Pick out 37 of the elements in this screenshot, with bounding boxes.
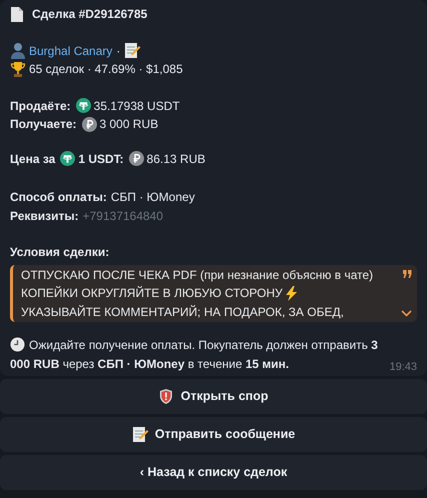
keyboard-button[interactable]: Отправить сообщение (0, 417, 427, 452)
terms-line: УКАЗЫВАЙТЕ КОММЕНТАРИЙ; НА ПОДАРОК, ЗА ОБЕД, (21, 304, 344, 320)
amount-value: 35.17938 USDT (94, 98, 180, 114)
memo-icon (124, 42, 142, 60)
expand-chevron-icon[interactable] (401, 310, 412, 317)
amount-label: Продаёте: (10, 98, 71, 114)
keyboard-button[interactable]: ‹ Назад к списку сделок (0, 455, 427, 490)
requisites-label: Реквизиты: (10, 208, 79, 224)
deal-title: Сделка #D29126785 (32, 6, 148, 23)
seller-name-link[interactable]: Burghal Canary (29, 42, 112, 60)
terms-line: КОПЕЙКИ ОКРУГЛЯЙТЕ В ЛЮБУЮ СТОРОНУ (21, 285, 283, 302)
quote-icon (403, 270, 412, 278)
clock-icon (10, 337, 25, 352)
terms-line: ОТПУСКАЮ ПОСЛЕ ЧЕКА PDF (при незнание объясню в чате) (21, 266, 374, 284)
tether-coin-icon (76, 98, 91, 114)
memo-icon (132, 426, 149, 443)
trophy-icon (10, 60, 26, 78)
lightning-icon (286, 286, 297, 301)
amount-label: Получаете: (10, 116, 76, 133)
separator-dot: · (116, 42, 120, 60)
status-message: Ожидайте получение оплаты. Покупатель должен отправить 3 000 RUB через СБП · ЮMoney в течение 15 мин. (10, 336, 379, 372)
terms-label: Условия сделки: (10, 244, 110, 261)
tether-coin-icon (60, 151, 76, 166)
payment-label: Способ оплаты: (10, 189, 107, 206)
keyboard-button[interactable]: Открыть спор (0, 379, 427, 414)
price-unit: 1 USDT: (78, 150, 124, 168)
user-icon (10, 42, 26, 60)
ruble-coin-icon (128, 151, 144, 166)
seller-stats: 65 сделок · 47.69% · $1,085 (29, 61, 183, 78)
document-icon (10, 6, 24, 23)
amount-value: 3 000 RUB (100, 116, 158, 133)
shield-icon (158, 388, 173, 405)
price-value: 86.13 RUB (146, 150, 206, 168)
message-time: 19:43 (389, 360, 417, 374)
price-label: Цена за (10, 150, 56, 168)
ruble-coin-icon (82, 116, 96, 132)
payment-value: СБП · ЮMoney (110, 189, 195, 206)
